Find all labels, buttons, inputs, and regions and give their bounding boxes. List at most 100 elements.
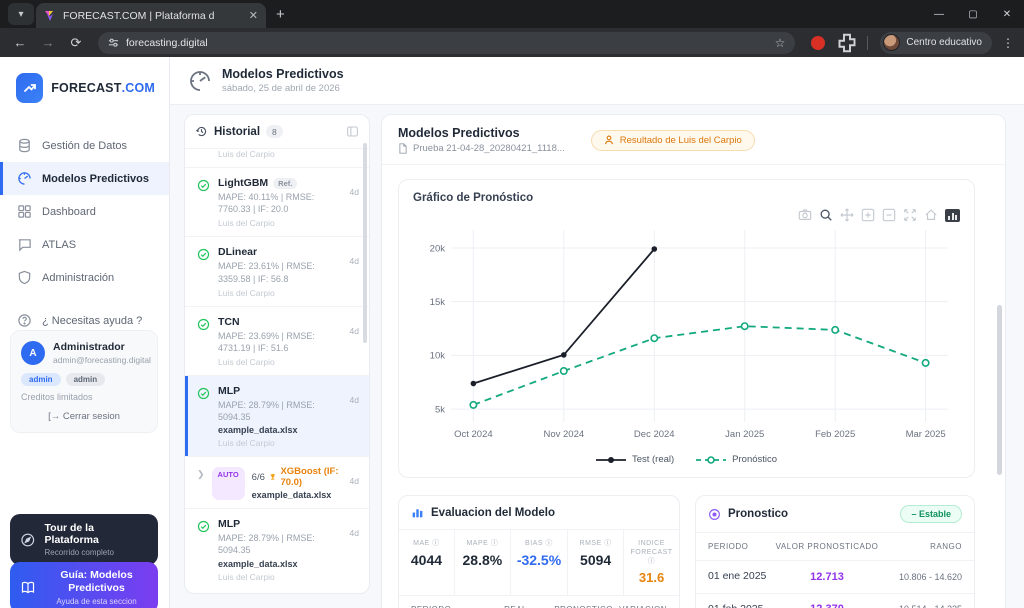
gauge-icon [18, 172, 31, 185]
sidebar-item-administracion[interactable]: Administración [0, 261, 169, 294]
model-age: 4d [349, 325, 359, 336]
metric-mae: MAE ⓘ 4044 [399, 530, 455, 596]
table-row[interactable]: 01 ene 2025 12.713 10.806 - 14.620 [696, 561, 974, 594]
zoom-in-icon[interactable] [861, 208, 875, 222]
tab-close-icon[interactable]: ✕ [249, 9, 258, 22]
page-header: Modelos Predictivos sábado, 25 de abril … [170, 57, 1024, 105]
collapse-panel-icon[interactable] [346, 125, 359, 138]
main-scrollbar[interactable] [997, 305, 1002, 475]
model-author: Luis del Carpio [218, 356, 275, 367]
evaluation-title: Evaluacion del Modelo [431, 506, 555, 519]
row-rango: 10.514 - 14.225 [884, 603, 962, 608]
model-results-panel: Modelos Predictivos Prueba 21-04-28_2028… [381, 114, 1006, 608]
chat-icon [18, 239, 31, 252]
window-maximize-button[interactable]: ▢ [956, 9, 990, 20]
bar-chart-icon [412, 509, 423, 518]
camera-icon[interactable] [798, 208, 812, 222]
model-age: 4d [349, 256, 359, 267]
historial-scrollbar[interactable] [363, 143, 367, 343]
tour-button[interactable]: Tour de la Plataforma Recorrido completo [10, 514, 158, 565]
list-item-model[interactable]: DLinear MAPE: 23.61% | RMSE: 3359.58 | I… [185, 237, 369, 307]
auto-result: XGBoost (IF: 70.0) [280, 466, 339, 489]
model-age: 4d [349, 187, 359, 198]
adblock-extension-icon[interactable] [811, 35, 826, 50]
trophy-icon [270, 474, 276, 480]
pan-icon[interactable] [840, 208, 854, 222]
url-text[interactable]: forecasting.digital [126, 37, 768, 49]
dashed-line-marker-icon [696, 455, 727, 464]
browser-tab[interactable]: FORECAST.COM | Plataforma d ✕ [36, 3, 266, 28]
user-name: Administrador [53, 341, 125, 353]
sidebar-item-gestion-de-datos[interactable]: Gestión de Datos [0, 129, 169, 162]
model-author: Luis del Carpio [218, 218, 275, 229]
solid-line-marker-icon [595, 456, 626, 463]
result-owner-badge: Resultado de Luis del Carpio [590, 129, 755, 151]
pronostico-card: Pronostico – Estable Periodo Valor Prono… [695, 495, 975, 608]
new-tab-button[interactable]: + [276, 6, 285, 23]
zoom-icon[interactable] [819, 208, 833, 222]
zoom-out-icon[interactable] [882, 208, 896, 222]
sidebar-item-label: Modelos Predictivos [42, 172, 149, 185]
sidebar-item-label: Administración [42, 271, 115, 284]
sidebar-item-dashboard[interactable]: Dashboard [0, 195, 169, 228]
metric-bias: BIAS ⓘ -32.5% [511, 530, 569, 596]
check-circle-icon [197, 316, 211, 367]
list-item-auto[interactable]: ❯ AUTO 6/6 XGBoost (IF: 70.0) example_da… [185, 457, 369, 510]
sidebar-item-label: ATLAS [42, 238, 77, 251]
svg-text:10k: 10k [430, 351, 446, 362]
legend-pronostico[interactable]: Pronóstico [696, 454, 777, 465]
historial-panel: Historial 8 5275.65 | IF: 51.0 Luis del … [184, 114, 370, 594]
svg-text:Feb 2025: Feb 2025 [815, 429, 855, 440]
refresh-icon[interactable]: ⟳ [64, 31, 88, 55]
bookmark-star-icon[interactable]: ☆ [775, 36, 786, 50]
window-minimize-button[interactable]: — [922, 9, 956, 20]
page-date: sábado, 25 de abril de 2026 [222, 83, 340, 94]
guide-title: Guía: Modelos Predictivos [60, 569, 133, 595]
site-settings-icon[interactable] [108, 37, 119, 48]
gauge-icon [190, 70, 210, 91]
window-close-button[interactable]: ✕ [990, 9, 1024, 20]
model-file: example_data.xlsx [218, 558, 298, 569]
sidebar-item-label: Gestión de Datos [42, 139, 127, 152]
plotly-logo-icon[interactable] [945, 208, 960, 222]
svg-text:15k: 15k [430, 297, 446, 308]
forward-icon[interactable]: → [36, 31, 60, 55]
sidebar-item-modelos-predictivos[interactable]: Modelos Predictivos [0, 162, 169, 195]
row-rango: 10.806 - 14.620 [898, 571, 962, 582]
list-item-model[interactable]: TCN MAPE: 23.69% | RMSE: 4731.19 | IF: 5… [185, 307, 369, 376]
forecast-line-chart[interactable]: Oct 2024 Nov 2024 Dec 2024 Jan 2025 Feb 2025… [413, 222, 958, 450]
credits-label: Creditos limitados [21, 392, 93, 402]
table-row[interactable]: 01 feb 2025 12.370 10.514 - 14.225 [696, 594, 974, 608]
row-periodo: 01 feb 2025 [708, 603, 770, 608]
autoscale-icon[interactable] [903, 208, 917, 222]
chevron-right-icon[interactable]: ❯ [197, 466, 205, 500]
model-author: Luis del Carpio [218, 149, 275, 160]
shield-icon [18, 270, 31, 285]
row-valor: 12.713 [810, 570, 844, 583]
model-metrics: MAPE: 28.79% | RMSE: 5094.35 [218, 399, 315, 423]
toolbar-divider [867, 35, 869, 50]
list-item-model[interactable]: LightGBM Ref. MAPE: 40.11% | RMSE: 7760.3… [185, 168, 369, 238]
metric-indice-forecast: INDICE FORECAST ⓘ 31.6 [630, 540, 673, 586]
tab-search-chevron-icon[interactable]: ▾ [8, 3, 34, 25]
url-bar[interactable]: forecasting.digital ☆ [98, 31, 796, 54]
user-email: admin@forecasting.digital [53, 355, 151, 365]
back-icon[interactable]: ← [8, 31, 32, 55]
extensions-puzzle-icon[interactable] [835, 31, 859, 55]
profile-chip[interactable]: Centro educativo [880, 31, 992, 54]
profile-name: Centro educativo [906, 37, 982, 48]
check-circle-icon [197, 177, 211, 228]
list-item-model[interactable]: MLP MAPE: 28.79% | RMSE: 5094.35 example… [185, 375, 369, 458]
list-item-model[interactable]: MLP MAPE: 28.79% | RMSE: 5094.35 example… [185, 509, 369, 587]
model-metrics: MAPE: 28.79% | RMSE: 5094.35 [218, 533, 315, 556]
list-item-model[interactable]: 5275.65 | IF: 51.0 Luis del Carpio [185, 149, 369, 169]
logout-button[interactable]: [→ Cerrar sesion [21, 411, 147, 422]
sidebar-item-atlas[interactable]: ATLAS [0, 228, 169, 261]
logo[interactable]: FORECAST.COM [0, 57, 169, 121]
browser-menu-icon[interactable]: ⋮ [1002, 36, 1014, 50]
dataset-file: Prueba 21-04-28_20280421_1118... [398, 143, 565, 154]
legend-test-real[interactable]: Test (real) [595, 454, 674, 465]
svg-text:Mar 2025: Mar 2025 [906, 429, 946, 440]
guide-button[interactable]: Guía: Modelos Predictivos Ayuda de esta … [10, 562, 158, 608]
reset-axes-home-icon[interactable] [924, 208, 938, 222]
